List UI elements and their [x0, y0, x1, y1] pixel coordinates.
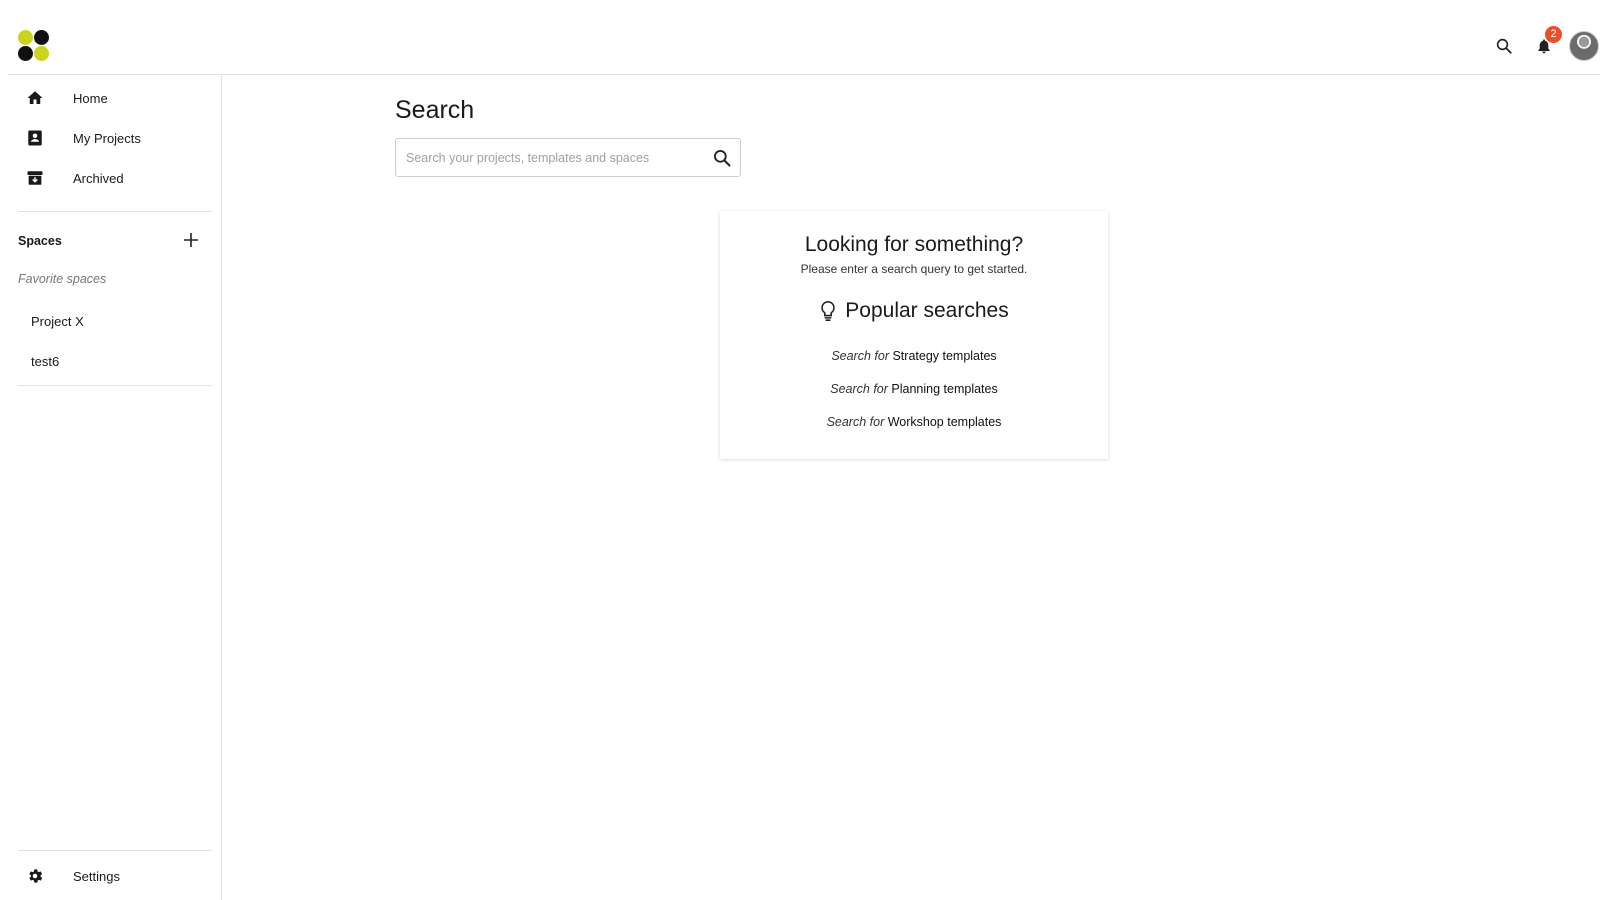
card-subtitle: Please enter a search query to get start…	[800, 262, 1028, 276]
sidebar-item-label: Settings	[73, 868, 120, 884]
top-bar: 2	[8, 0, 1600, 75]
sidebar-divider	[18, 211, 212, 212]
add-space-button[interactable]	[180, 229, 202, 251]
top-actions: 2	[1480, 26, 1600, 62]
archive-icon	[25, 168, 45, 188]
lightbulb-icon	[821, 301, 836, 321]
projects-icon	[25, 128, 45, 148]
popular-search-strategy[interactable]: Search for Strategy templates	[720, 349, 1108, 363]
popular-search-term: Strategy templates	[892, 349, 997, 363]
gear-icon	[25, 866, 45, 886]
space-item-label: Project X	[31, 313, 84, 329]
popular-search-term: Planning templates	[891, 382, 998, 396]
sidebar-divider	[18, 850, 212, 851]
popular-search-prefix: Search for	[826, 415, 885, 429]
search-icon	[1496, 38, 1512, 54]
page-title: Search	[395, 96, 475, 124]
sidebar-divider	[18, 385, 212, 386]
sidebar-item-my-projects[interactable]: My Projects	[8, 118, 222, 158]
notifications-button[interactable]: 2	[1528, 26, 1562, 62]
sidebar-item-label: Home	[73, 90, 108, 106]
empty-search-card: Looking for something? Please enter a se…	[720, 211, 1108, 459]
user-menu-button[interactable]	[1568, 30, 1600, 62]
search-icon	[714, 150, 731, 167]
popular-search-prefix: Search for	[830, 382, 888, 396]
avatar	[1569, 31, 1599, 61]
space-item-test6[interactable]: test6	[18, 344, 212, 378]
plus-icon	[184, 233, 198, 247]
search-icon-button[interactable]	[1488, 30, 1520, 62]
sidebar: Home My Projects Archived Spaces Favorit…	[8, 75, 222, 900]
space-item-project-x[interactable]: Project X	[18, 304, 212, 338]
search-field	[395, 138, 741, 177]
popular-search-planning[interactable]: Search for Planning templates	[720, 382, 1108, 396]
sidebar-item-settings[interactable]: Settings	[8, 856, 222, 896]
notification-badge: 2	[1545, 26, 1562, 43]
sidebar-item-label: My Projects	[73, 130, 141, 146]
search-input[interactable]	[406, 139, 696, 176]
app-logo[interactable]	[18, 30, 50, 62]
popular-searches-title: Popular searches	[845, 299, 1009, 322]
favorite-spaces-label: Favorite spaces	[18, 272, 107, 286]
sidebar-item-home[interactable]: Home	[8, 78, 222, 118]
popular-search-prefix: Search for	[831, 349, 889, 363]
popular-searches-heading: Popular searches	[720, 299, 1108, 323]
search-submit-button[interactable]	[712, 148, 732, 168]
space-item-label: test6	[31, 353, 60, 369]
popular-search-workshop[interactable]: Search for Workshop templates	[720, 415, 1108, 429]
home-icon	[25, 88, 45, 108]
sidebar-item-archived[interactable]: Archived	[8, 158, 222, 198]
card-title: Looking for something?	[804, 233, 1024, 256]
popular-search-term: Workshop templates	[887, 415, 1002, 429]
spaces-heading: Spaces	[18, 234, 62, 248]
sidebar-item-label: Archived	[73, 170, 124, 186]
